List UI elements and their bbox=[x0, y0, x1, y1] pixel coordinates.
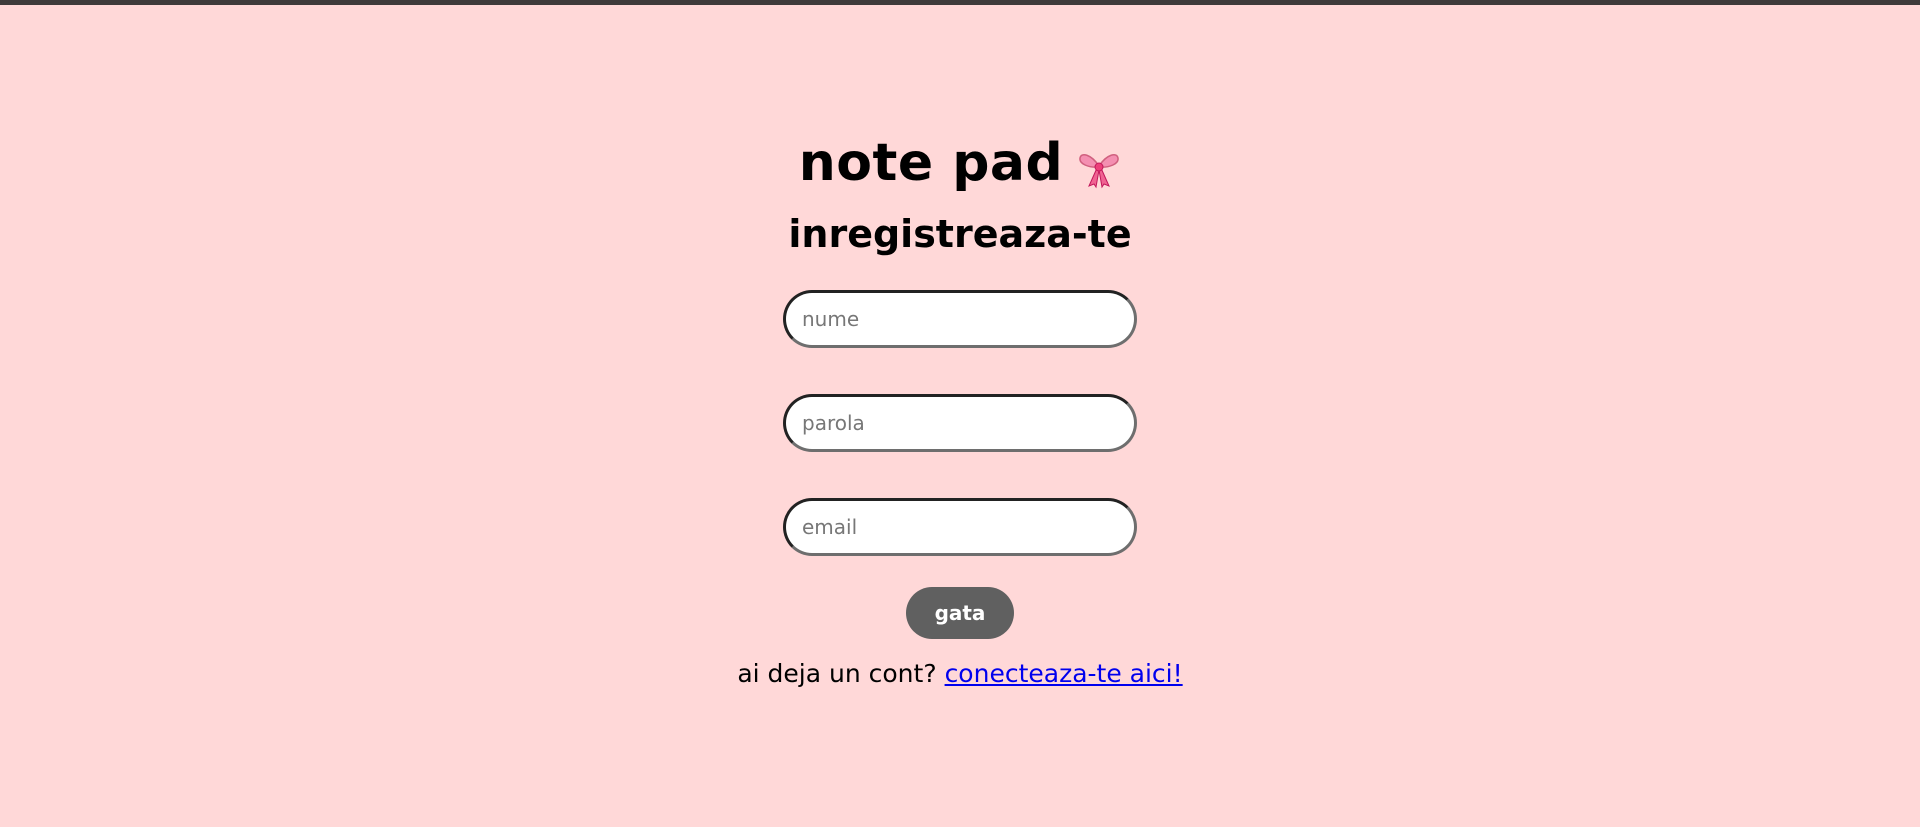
name-input[interactable] bbox=[783, 290, 1137, 348]
login-link[interactable]: conecteaza-te aici! bbox=[945, 659, 1183, 688]
password-input[interactable] bbox=[783, 394, 1137, 452]
email-input[interactable] bbox=[783, 498, 1137, 556]
app-title: note pad bbox=[799, 133, 1122, 193]
register-page: note pad inregistreaza-te gata ai deja u… bbox=[0, 0, 1920, 689]
bow-icon bbox=[1077, 143, 1121, 189]
form-heading: inregistreaza-te bbox=[788, 212, 1132, 256]
submit-button[interactable]: gata bbox=[906, 587, 1014, 639]
login-prompt: ai deja un cont? conecteaza-te aici! bbox=[737, 659, 1182, 689]
app-title-text: note pad bbox=[798, 133, 1064, 193]
login-prompt-text: ai deja un cont? bbox=[737, 659, 937, 688]
